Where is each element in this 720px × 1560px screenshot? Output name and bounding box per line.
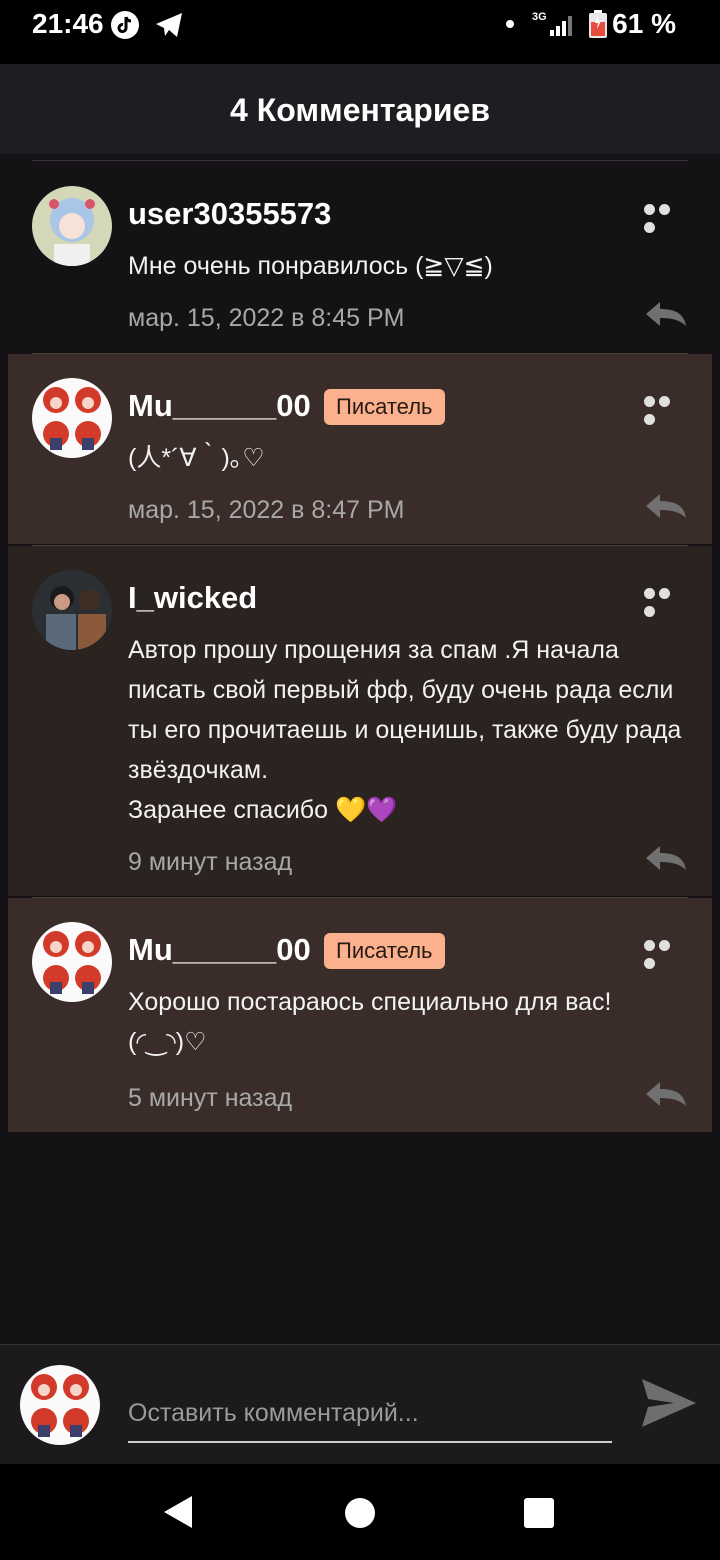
avatar: [20, 1365, 100, 1445]
comments-header: 4 Комментариев: [0, 64, 720, 154]
comment-item: Mu______00 Писатель (人*´∀｀)｡♡ мар. 15, 2…: [8, 354, 712, 544]
comment-input[interactable]: [128, 1385, 612, 1443]
more-icon[interactable]: [644, 394, 688, 425]
notification-dot: [506, 20, 514, 28]
reply-icon[interactable]: [644, 300, 688, 328]
reply-icon[interactable]: [644, 492, 688, 520]
comment-username[interactable]: Mu______00: [128, 932, 311, 968]
more-icon[interactable]: [644, 202, 688, 233]
comment-text: Автор прошу прощения за спам .Я начала п…: [128, 636, 682, 824]
comment-item: I_wicked Автор прошу прощения за спам .Я…: [8, 546, 712, 896]
signal-icon: [550, 16, 572, 36]
comment-text: (人*´∀｀)｡♡: [128, 444, 265, 472]
telegram-icon: [156, 13, 182, 37]
comment-username[interactable]: Mu______00: [128, 388, 311, 424]
comment-time: 9 минут назад: [128, 848, 293, 876]
page-title: 4 Комментариев: [230, 92, 490, 128]
back-icon[interactable]: [162, 1494, 194, 1530]
comment-time: мар. 15, 2022 в 8:47 PM: [128, 496, 405, 524]
battery-icon: [589, 10, 607, 38]
tiktok-icon: [111, 11, 139, 39]
comment-input-bar: [0, 1344, 720, 1465]
home-icon[interactable]: [345, 1498, 375, 1528]
reply-icon[interactable]: [644, 844, 688, 872]
reply-icon[interactable]: [644, 1080, 688, 1108]
send-icon[interactable]: [640, 1377, 698, 1429]
comment-username[interactable]: user30355573: [128, 196, 331, 232]
comment-text: Хорошо постараюсь специально для вас! (◜…: [128, 988, 612, 1056]
status-time: 21:46: [32, 8, 104, 39]
comment-item: user30355573 Мне очень понравилось (≧▽≦)…: [8, 162, 712, 352]
avatar[interactable]: [32, 378, 112, 458]
recents-icon[interactable]: [524, 1498, 554, 1528]
avatar[interactable]: [32, 922, 112, 1002]
more-icon[interactable]: [644, 586, 688, 617]
comment-text: Мне очень понравилось (≧▽≦): [128, 252, 493, 280]
comment-username[interactable]: I_wicked: [128, 580, 257, 616]
system-nav-bar: [0, 1464, 720, 1560]
header-divider: [32, 160, 688, 161]
more-icon[interactable]: [644, 938, 688, 969]
comment-time: 5 минут назад: [128, 1084, 293, 1112]
status-bar: 21:46 3G 61 %: [0, 0, 720, 64]
network-type: 3G: [532, 11, 547, 23]
comment-time: мар. 15, 2022 в 8:45 PM: [128, 304, 405, 332]
avatar[interactable]: [32, 186, 112, 266]
avatar[interactable]: [32, 570, 112, 650]
writer-badge: Писатель: [324, 933, 445, 969]
battery-percent: 61 %: [612, 8, 676, 39]
writer-badge: Писатель: [324, 389, 445, 425]
comment-item: Mu______00 Писатель Хорошо постараюсь сп…: [8, 898, 712, 1132]
